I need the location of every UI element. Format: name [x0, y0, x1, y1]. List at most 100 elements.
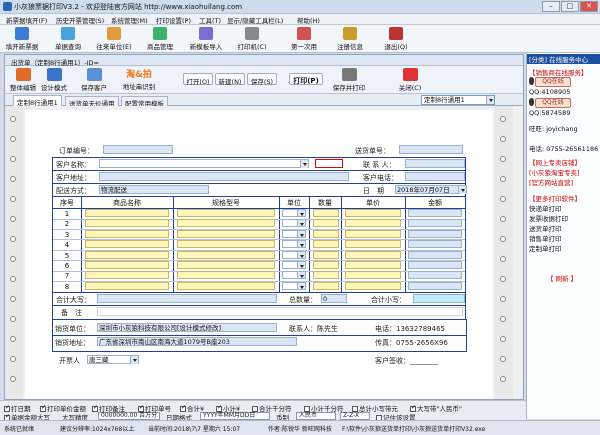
- item-price-field[interactable]: [345, 250, 401, 259]
- print-button[interactable]: 打印(P): [289, 73, 323, 85]
- remark-field[interactable]: [97, 307, 463, 316]
- seller-addr-field[interactable]: 广东省深圳市南山区南海大道1079号B座203: [97, 337, 297, 346]
- taobao-shop-link[interactable]: [小灰狼淘宝专卖]: [529, 167, 580, 177]
- item-spec-field[interactable]: [177, 271, 275, 280]
- item-name-field[interactable]: [85, 219, 169, 228]
- qq-button-2[interactable]: QQ在线: [535, 98, 571, 108]
- menu-print-settings[interactable]: 打印设置(P): [156, 15, 191, 25]
- design-mode-button[interactable]: 设计模式: [39, 67, 69, 93]
- open-button[interactable]: 打开(O): [183, 73, 213, 86]
- option-9[interactable]: 大写带"人民币": [410, 403, 462, 413]
- menu-toggle-toolbar[interactable]: 显示/隐藏工具栏(L): [227, 15, 283, 25]
- item-qty-field[interactable]: [313, 271, 339, 280]
- item-unit-select[interactable]: [282, 261, 306, 269]
- item-unit-select[interactable]: [282, 271, 306, 280]
- item-amount-field[interactable]: [408, 209, 462, 217]
- printer-button[interactable]: 打印机(C): [232, 26, 272, 52]
- close-doc-button[interactable]: 关闭(C): [397, 67, 423, 93]
- item-qty-field[interactable]: [313, 219, 339, 228]
- item-qty-field[interactable]: [313, 281, 339, 290]
- item-unit-select[interactable]: [282, 240, 306, 249]
- template-select[interactable]: 定制8行通用1: [421, 95, 495, 105]
- item-unit-select[interactable]: [282, 281, 306, 290]
- refresh-link[interactable]: 【 刷新 】: [547, 273, 577, 283]
- customer-code-field[interactable]: [315, 159, 343, 168]
- item-unit-select[interactable]: [282, 219, 306, 228]
- link-sales[interactable]: 销售单打印: [529, 233, 562, 243]
- item-name-field[interactable]: [85, 209, 169, 217]
- save-customer-button[interactable]: 保存客户: [75, 67, 113, 93]
- item-price-field[interactable]: [345, 229, 401, 238]
- item-qty-field[interactable]: [313, 209, 339, 217]
- item-spec-field[interactable]: [177, 261, 275, 269]
- contact-field[interactable]: [405, 159, 465, 168]
- zxz-select[interactable]: Z-Z-X: [340, 412, 370, 420]
- item-qty-field[interactable]: [313, 250, 339, 259]
- item-name-field[interactable]: [85, 250, 169, 259]
- currency-select[interactable]: 人民币: [296, 412, 336, 420]
- customer-name-select[interactable]: [99, 159, 309, 168]
- delivery-no-field[interactable]: [399, 145, 463, 154]
- item-name-field[interactable]: [85, 281, 169, 290]
- item-spec-field[interactable]: [177, 250, 275, 259]
- item-spec-field[interactable]: [177, 281, 275, 290]
- item-spec-field[interactable]: [177, 229, 275, 238]
- delivery-method-field[interactable]: 物流配送: [99, 185, 209, 194]
- item-unit-select[interactable]: [282, 209, 306, 217]
- partners-button[interactable]: 往来单位(E): [94, 26, 134, 52]
- exit-button[interactable]: 退出(Q): [376, 26, 416, 52]
- item-qty-field[interactable]: [313, 240, 339, 249]
- link-express[interactable]: 快递单打印: [529, 203, 562, 213]
- item-price-field[interactable]: [345, 271, 401, 280]
- maximize-button[interactable]: □: [561, 1, 579, 12]
- order-no-field[interactable]: [103, 145, 173, 154]
- seller-field[interactable]: 深圳市小灰狼科技有限公司[设计模式修改]: [97, 323, 277, 332]
- item-price-field[interactable]: [345, 219, 401, 228]
- item-amount-field[interactable]: [408, 250, 462, 259]
- item-name-field[interactable]: [85, 261, 169, 269]
- menu-system[interactable]: 系统管理(M): [111, 15, 148, 25]
- import-template-button[interactable]: 新模板导入: [186, 26, 226, 52]
- save-button[interactable]: 保存(S): [247, 73, 277, 86]
- item-amount-field[interactable]: [408, 229, 462, 238]
- item-amount-field[interactable]: [408, 271, 462, 280]
- total-small-field[interactable]: [413, 294, 465, 303]
- total-qty-field[interactable]: 0: [321, 294, 347, 303]
- item-spec-field[interactable]: [177, 240, 275, 249]
- item-amount-field[interactable]: [408, 281, 462, 290]
- item-price-field[interactable]: [345, 240, 401, 249]
- menu-new[interactable]: 新票据填开(F): [6, 15, 47, 25]
- overall-edit-button[interactable]: 整体编辑: [8, 67, 38, 93]
- item-qty-field[interactable]: [313, 229, 339, 238]
- item-price-field[interactable]: [345, 281, 401, 290]
- issuer-select[interactable]: 唐三藏: [87, 355, 139, 364]
- menu-help[interactable]: 帮助(H): [297, 15, 320, 25]
- date-picker[interactable]: 2018年07月07日: [395, 185, 467, 194]
- date-format-select[interactable]: YYYY年MM月DD日: [200, 412, 270, 420]
- menu-history[interactable]: 历史开票管理(S): [56, 15, 104, 25]
- minimize-button[interactable]: –: [542, 1, 560, 12]
- item-amount-field[interactable]: [408, 261, 462, 269]
- total-upper-field[interactable]: [97, 294, 277, 303]
- menu-tools[interactable]: 工具(T): [199, 15, 221, 25]
- register-button[interactable]: 注册信息: [330, 26, 370, 52]
- query-button[interactable]: 单据查询: [48, 26, 88, 52]
- item-qty-field[interactable]: [313, 261, 339, 269]
- item-name-field[interactable]: [85, 229, 169, 238]
- tab-custom-8-rows[interactable]: 定制8行通用1: [13, 95, 62, 107]
- item-spec-field[interactable]: [177, 219, 275, 228]
- link-invoice[interactable]: 发票收据打印: [529, 213, 568, 223]
- tab-no-price[interactable]: 送货单无价通用: [65, 96, 119, 108]
- qq-button-1[interactable]: QQ在线: [535, 77, 571, 87]
- tab-common-templates[interactable]: 配置常用模板: [121, 96, 168, 108]
- customer-addr-field[interactable]: [99, 172, 349, 181]
- precision-select[interactable]: 0000000.00 百万分: [98, 412, 160, 420]
- item-amount-field[interactable]: [408, 240, 462, 249]
- link-custom[interactable]: 定制单打印: [529, 243, 562, 253]
- close-button[interactable]: ✕: [580, 1, 598, 12]
- link-delivery[interactable]: 送货单打印: [529, 223, 562, 233]
- new-button[interactable]: 新建(N): [215, 73, 245, 86]
- item-unit-select[interactable]: [282, 250, 306, 259]
- official-shop-link[interactable]: [官方网站直营]: [529, 177, 573, 187]
- item-price-field[interactable]: [345, 261, 401, 269]
